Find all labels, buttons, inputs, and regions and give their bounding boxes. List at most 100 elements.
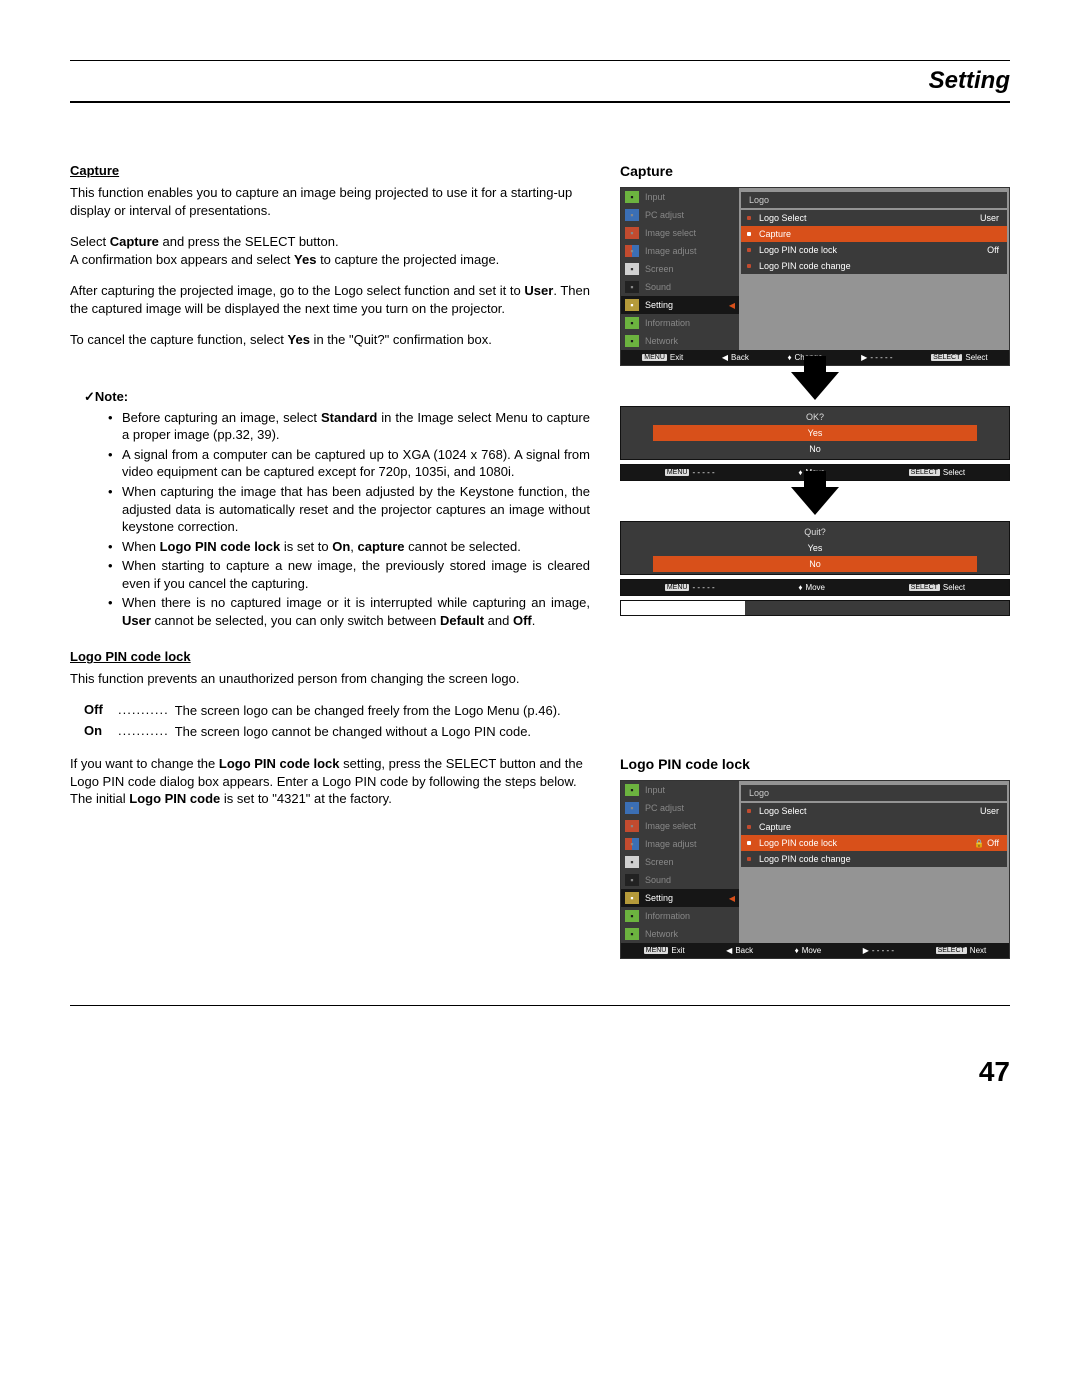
dots: ...........	[114, 723, 175, 741]
osd-sidebar-item[interactable]: ▪Network	[621, 332, 739, 350]
row-label: Logo Select	[759, 806, 807, 816]
osd-sidebar: ▪Input▪PC adjust▪Image select▪Image adju…	[621, 781, 739, 943]
osd-menu-capture: ▪Input▪PC adjust▪Image select▪Image adju…	[620, 187, 1010, 366]
text: is set to	[280, 539, 332, 554]
bold-capture: capture	[358, 539, 405, 554]
row-label: Logo Select	[759, 213, 807, 223]
sidebar-label: Information	[645, 911, 690, 921]
osd-sidebar-item[interactable]: ▪Information	[621, 907, 739, 925]
text: cannot be selected.	[405, 539, 521, 554]
on-label: On	[84, 723, 114, 741]
bold-yes: Yes	[288, 332, 310, 347]
capture-p4: To cancel the capture function, select Y…	[70, 331, 590, 349]
osd-sidebar-item[interactable]: ▪PC adjust	[621, 799, 739, 817]
logo-lock-heading: Logo PIN code lock	[70, 649, 590, 664]
sidebar-label: Input	[645, 192, 665, 202]
page-section-header: Setting	[70, 60, 1010, 103]
sidebar-label: Image select	[645, 821, 696, 831]
right-column: Capture ▪Input▪PC adjust▪Image select▪Im…	[620, 163, 1010, 965]
sidebar-icon: ▪	[625, 209, 639, 221]
sidebar-icon: ▪	[625, 245, 639, 257]
sidebar-label: Setting	[645, 300, 673, 310]
nav-back: ◀ Back	[726, 946, 753, 955]
bold-default: Default	[440, 613, 484, 628]
row-label: Capture	[759, 229, 791, 239]
sidebar-label: Screen	[645, 264, 674, 274]
capture-intro: This function enables you to capture an …	[70, 184, 590, 219]
text: to capture the projected image.	[316, 252, 499, 267]
note-item: When starting to capture a new image, th…	[112, 557, 590, 592]
figure-title-lock: Logo PIN code lock	[620, 756, 1010, 772]
figure-title-capture: Capture	[620, 163, 1010, 179]
osd-sidebar-item[interactable]: ▪Sound	[621, 278, 739, 296]
osd-sidebar-item[interactable]: ▪Information	[621, 314, 739, 332]
sidebar-label: Screen	[645, 857, 674, 867]
osd-menu-row[interactable]: Logo PIN code lock🔒Off	[741, 835, 1007, 851]
osd-sidebar-item[interactable]: ▪Setting	[621, 296, 739, 314]
dialog-title: Quit?	[623, 524, 1007, 540]
osd-menu-row[interactable]: Logo Select User	[741, 210, 1007, 226]
dialog-option-yes[interactable]: Yes	[653, 425, 977, 441]
row-value: Off	[987, 245, 999, 255]
bold-user: User	[122, 613, 151, 628]
osd-menu-row[interactable]: Logo PIN code change	[741, 258, 1007, 274]
osd-sidebar-item[interactable]: ▪Input	[621, 188, 739, 206]
text: ,	[350, 539, 357, 554]
capture-heading: Capture	[70, 163, 590, 178]
sidebar-icon: ▪	[625, 820, 639, 832]
sidebar-label: Input	[645, 785, 665, 795]
text: When there is no captured image or it is…	[122, 595, 590, 610]
osd-sidebar-item[interactable]: ▪Input	[621, 781, 739, 799]
osd-menu-row[interactable]: Capture	[741, 226, 1007, 242]
nav-select: Select	[943, 468, 965, 477]
osd-sidebar-item[interactable]: ▪ Image select	[621, 817, 739, 835]
osd-sidebar-item[interactable]: ▪Network	[621, 925, 739, 943]
on-description: On ........... The screen logo cannot be…	[84, 723, 590, 741]
nav-dashes: ▶ - - - - -	[863, 946, 894, 955]
sidebar-icon: ▪	[625, 227, 639, 239]
osd-rows: Logo SelectUserCaptureLogo PIN code lock…	[739, 803, 1009, 867]
sidebar-icon: ▪	[625, 263, 639, 275]
menu-badge: MENU	[665, 584, 690, 591]
osd-sidebar-item[interactable]: ▪Image select	[621, 224, 739, 242]
osd-menu-row[interactable]: Logo SelectUser	[741, 803, 1007, 819]
sidebar-icon: ▪	[625, 892, 639, 904]
note-item: When capturing the image that has been a…	[112, 483, 590, 536]
osd-panel-header: Logo	[741, 192, 1007, 208]
dialog-option-yes[interactable]: Yes	[653, 540, 977, 556]
row-label: Logo PIN code change	[759, 854, 851, 864]
osd-menu-row[interactable]: Logo PIN code change	[741, 851, 1007, 867]
osd-dialog-ok: OK? Yes No	[620, 406, 1010, 460]
osd-sidebar-item[interactable]: ▪ PC adjust	[621, 206, 739, 224]
row-value: User	[980, 213, 999, 223]
osd-sidebar-item[interactable]: ▪Image adjust	[621, 835, 739, 853]
osd-panel: Logo Logo Select User Capture Logo PIN code…	[739, 188, 1009, 350]
osd-sidebar-item[interactable]: ▪Sound	[621, 871, 739, 889]
osd-sidebar-item[interactable]: ▪Setting	[621, 889, 739, 907]
osd-sidebar-item[interactable]: ▪ Screen	[621, 260, 739, 278]
nav-dashes: - - - - -	[692, 583, 714, 592]
sidebar-label: PC adjust	[645, 210, 684, 220]
sidebar-label: PC adjust	[645, 803, 684, 813]
osd-menu-row[interactable]: Logo PIN code lockOff	[741, 242, 1007, 258]
off-text: The screen logo can be changed freely fr…	[175, 702, 590, 720]
logo-lock-p2: If you want to change the Logo PIN code …	[70, 755, 590, 808]
nav-back: ◀ Back	[722, 353, 749, 362]
page-number: 47	[70, 1056, 1010, 1088]
bold-logo-pin-code: Logo PIN code	[129, 791, 220, 806]
bold-user: User	[524, 283, 553, 298]
dialog-option-no[interactable]: No	[653, 556, 977, 572]
osd-sidebar-item[interactable]: ▪Screen	[621, 853, 739, 871]
osd-sidebar-item[interactable]: ▪Image adjust	[621, 242, 739, 260]
capture-p2: Select Capture and press the SELECT butt…	[70, 233, 590, 268]
dialog-option-no[interactable]: No	[653, 441, 977, 457]
row-label: Logo PIN code change	[759, 261, 851, 271]
sidebar-icon: ▪	[625, 281, 639, 293]
osd-menu-row[interactable]: Capture	[741, 819, 1007, 835]
sidebar-icon: ▪	[625, 317, 639, 329]
note-item: Before capturing an image, select Standa…	[112, 409, 590, 444]
select-badge: SELECT	[931, 354, 962, 361]
logo-lock-intro: This function prevents an unauthorized p…	[70, 670, 590, 688]
bold-off: Off	[513, 613, 532, 628]
osd-panel: Logo Logo SelectUserCaptureLogo PIN code…	[739, 781, 1009, 943]
